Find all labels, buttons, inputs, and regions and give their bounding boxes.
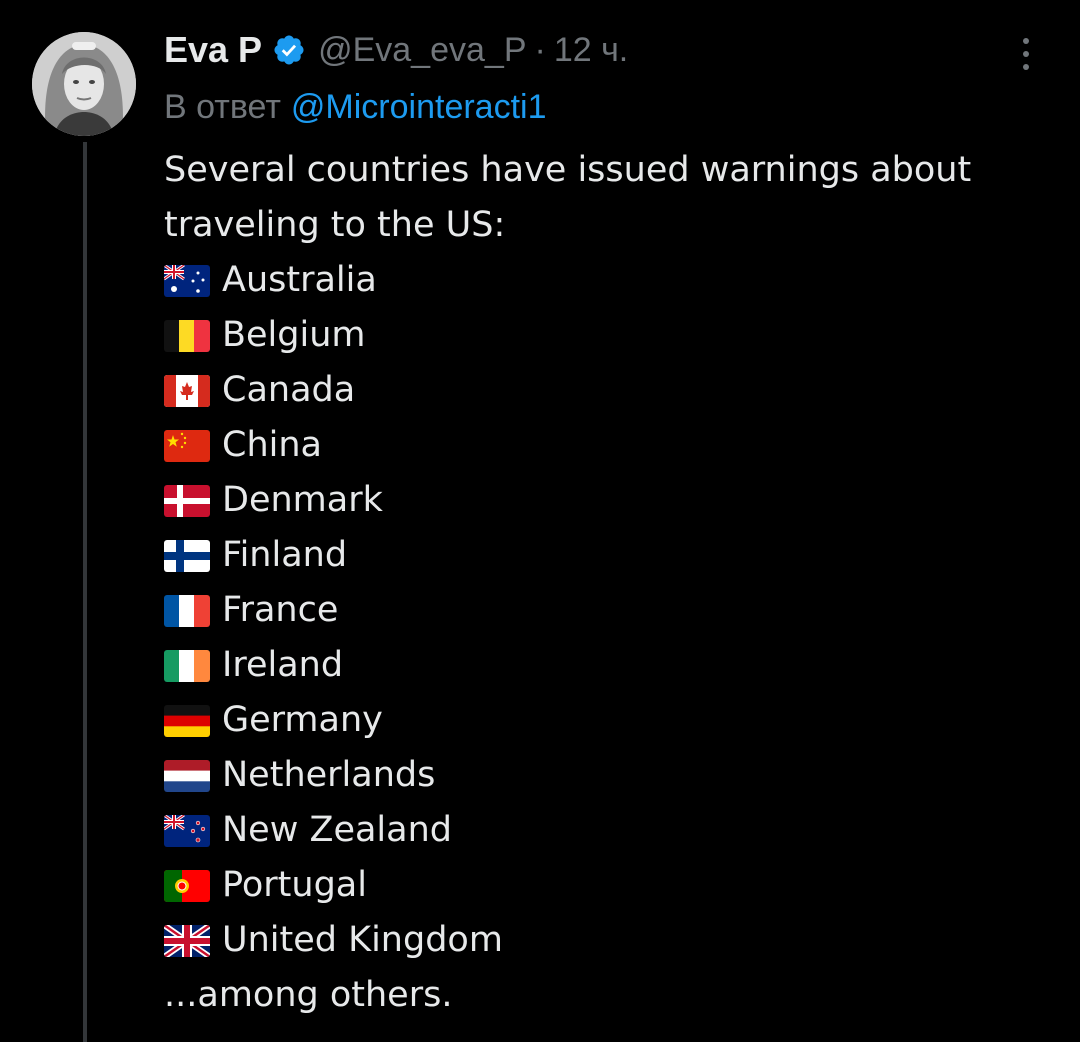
flag-new-zealand-icon — [164, 814, 210, 847]
author-name[interactable]: Eva P — [164, 29, 262, 71]
country-name: Canada — [222, 370, 356, 410]
flag-australia-icon — [164, 264, 210, 297]
list-item: Portugal — [164, 858, 1054, 913]
tweet-intro: Several countries have issued warnings a… — [164, 150, 972, 245]
tweet-outro: ...among others. — [164, 975, 453, 1015]
list-item: Canada — [164, 363, 1054, 418]
list-item: New Zealand — [164, 803, 1054, 858]
avatar-image — [32, 32, 136, 136]
list-item: Germany — [164, 693, 1054, 748]
country-name: Ireland — [222, 645, 344, 685]
flag-united-kingdom-icon — [164, 924, 210, 957]
more-dot — [1023, 38, 1029, 44]
flag-portugal-icon — [164, 869, 210, 902]
flag-france-icon — [164, 594, 210, 627]
country-name: Netherlands — [222, 755, 436, 795]
list-item: Finland — [164, 528, 1054, 583]
separator-dot: · — [534, 30, 546, 69]
list-item: France — [164, 583, 1054, 638]
more-dot — [1023, 51, 1029, 57]
list-item: Australia — [164, 253, 1054, 308]
timestamp[interactable]: 12 ч. — [554, 31, 628, 70]
author-handle[interactable]: @Eva_eva_P — [318, 31, 526, 70]
country-name: Australia — [222, 260, 377, 300]
thread-line — [83, 142, 87, 1042]
avatar[interactable] — [32, 32, 136, 136]
reply-context: В ответ @Microinteracti1 — [164, 82, 547, 132]
more-dot — [1023, 64, 1029, 70]
list-item: Ireland — [164, 638, 1054, 693]
list-item: Denmark — [164, 473, 1054, 528]
country-name: Belgium — [222, 315, 366, 355]
flag-germany-icon — [164, 704, 210, 737]
country-name: New Zealand — [222, 810, 452, 850]
list-item: Belgium — [164, 308, 1054, 363]
country-name: Finland — [222, 535, 348, 575]
reply-label: В ответ — [164, 87, 281, 126]
country-name: United Kingdom — [222, 920, 503, 960]
flag-belgium-icon — [164, 319, 210, 352]
flag-china-icon — [164, 429, 210, 462]
list-item: China — [164, 418, 1054, 473]
country-name: France — [222, 590, 339, 630]
flag-canada-icon — [164, 374, 210, 407]
country-name: Denmark — [222, 480, 383, 520]
country-name: Germany — [222, 700, 383, 740]
tweet-header: Eva P @Eva_eva_P · 12 ч. — [164, 24, 628, 76]
list-item: United Kingdom — [164, 913, 1054, 968]
flag-netherlands-icon — [164, 759, 210, 792]
flag-ireland-icon — [164, 649, 210, 682]
country-list: Australia Belgium Canada China Denmark F… — [164, 253, 1054, 968]
country-name: China — [222, 425, 322, 465]
more-options-icon[interactable] — [1010, 36, 1042, 72]
country-name: Portugal — [222, 865, 367, 905]
flag-denmark-icon — [164, 484, 210, 517]
reply-mention-link[interactable]: @Microinteracti1 — [291, 88, 547, 127]
verified-badge-icon — [274, 35, 304, 65]
list-item: Netherlands — [164, 748, 1054, 803]
tweet-body: Several countries have issued warnings a… — [164, 143, 1054, 1023]
flag-finland-icon — [164, 539, 210, 572]
